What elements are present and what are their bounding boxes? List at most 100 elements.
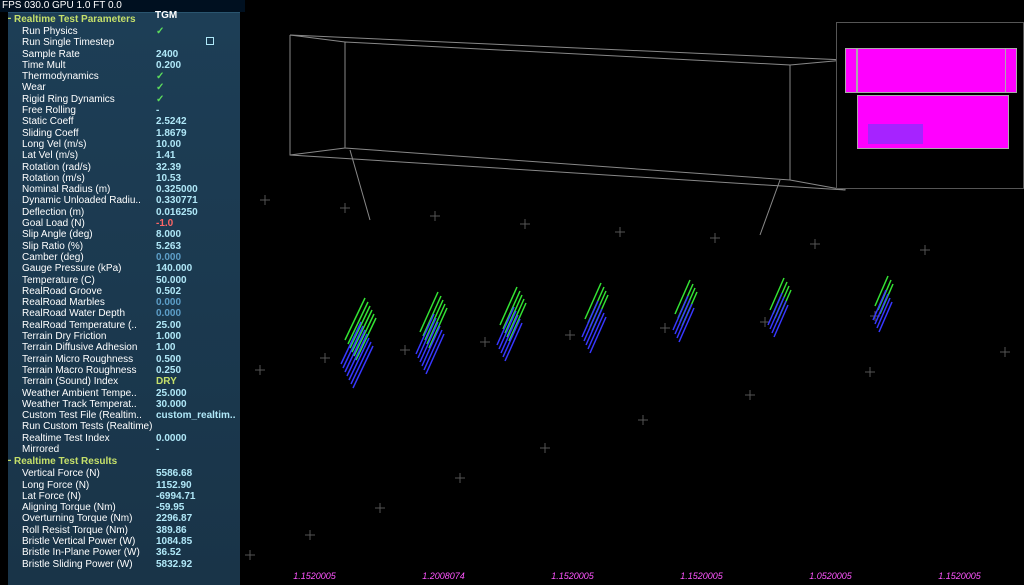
param-value[interactable]: 5.263 <box>156 241 236 252</box>
param-value[interactable]: 0.330771 <box>156 195 236 206</box>
section-header-params[interactable]: Realtime Test Parameters <box>8 13 240 26</box>
param-row[interactable]: Goal Load (N)-1.0 <box>8 218 240 229</box>
param-value[interactable]: 2.5242 <box>156 116 236 127</box>
param-row[interactable]: Time Mult0.200 <box>8 60 240 71</box>
param-row[interactable]: Run Single Timestep <box>8 37 240 48</box>
param-value[interactable]: 0.0000 <box>156 433 236 444</box>
check-icon: ✓ <box>156 82 164 93</box>
param-value[interactable]: 0.000 <box>156 308 236 319</box>
param-row[interactable]: Sample Rate2400 <box>8 49 240 60</box>
param-value[interactable]: 140.000 <box>156 263 236 274</box>
param-value[interactable]: 0.200 <box>156 60 236 71</box>
param-row[interactable]: Lat Vel (m/s)1.41 <box>8 150 240 161</box>
preview-tread-top <box>857 48 1009 93</box>
param-label: Lat Force (N) <box>22 491 156 502</box>
param-value[interactable] <box>156 37 236 48</box>
param-row[interactable]: RealRoad Groove0.502 <box>8 286 240 297</box>
param-row: Bristle Vertical Power (W)1084.85 <box>8 536 240 547</box>
param-value[interactable]: custom_realtim.. <box>156 410 236 421</box>
param-label: Time Mult <box>22 60 156 71</box>
param-label: Slip Angle (deg) <box>22 229 156 240</box>
param-row[interactable]: Terrain Dry Friction1.000 <box>8 331 240 342</box>
param-value[interactable]: 0.325000 <box>156 184 236 195</box>
param-value[interactable]: 0.000 <box>156 297 236 308</box>
param-row[interactable]: Run Physics✓ <box>8 26 240 37</box>
param-row[interactable]: Static Coeff2.5242 <box>8 116 240 127</box>
section-header-results[interactable]: Realtime Test Results <box>8 455 240 468</box>
param-row[interactable]: Nominal Radius (m)0.325000 <box>8 184 240 195</box>
param-row[interactable]: Slip Angle (deg)8.000 <box>8 229 240 240</box>
param-row[interactable]: Terrain Macro Roughness0.250 <box>8 365 240 376</box>
param-value[interactable] <box>156 421 236 432</box>
param-value[interactable]: 1.8679 <box>156 128 236 139</box>
param-row[interactable]: Long Vel (m/s)10.00 <box>8 139 240 150</box>
param-value[interactable]: ✓ <box>156 71 236 82</box>
param-row[interactable]: Temperature (C)50.000 <box>8 275 240 286</box>
param-row[interactable]: RealRoad Water Depth0.000 <box>8 308 240 319</box>
param-label: Slip Ratio (%) <box>22 241 156 252</box>
param-value[interactable]: 0.000 <box>156 252 236 263</box>
param-row[interactable]: Rigid Ring Dynamics✓ <box>8 94 240 105</box>
param-value[interactable]: 8.000 <box>156 229 236 240</box>
param-row[interactable]: RealRoad Marbles0.000 <box>8 297 240 308</box>
param-value[interactable]: 0.502 <box>156 286 236 297</box>
param-row[interactable]: Gauge Pressure (kPa)140.000 <box>8 263 240 274</box>
param-row[interactable]: Slip Ratio (%)5.263 <box>8 241 240 252</box>
param-value[interactable]: 25.000 <box>156 388 236 399</box>
param-value[interactable]: 50.000 <box>156 275 236 286</box>
param-value[interactable]: 0.016250 <box>156 207 236 218</box>
param-row[interactable]: Run Custom Tests (Realtime) <box>8 421 240 432</box>
param-value[interactable]: - <box>156 444 236 455</box>
param-value[interactable]: 10.00 <box>156 139 236 150</box>
coord-label: 1.1520005 <box>551 571 594 585</box>
param-row[interactable]: Weather Track Temperat..30.000 <box>8 399 240 410</box>
param-label: Terrain (Sound) Index <box>22 376 156 387</box>
param-value[interactable]: 10.53 <box>156 173 236 184</box>
param-row[interactable]: Free Rolling- <box>8 105 240 116</box>
param-row[interactable]: RealRoad Temperature (..25.00 <box>8 320 240 331</box>
param-value[interactable]: 25.00 <box>156 320 236 331</box>
param-row[interactable]: Terrain Micro Roughness0.500 <box>8 354 240 365</box>
param-value[interactable]: 1.00 <box>156 342 236 353</box>
param-label: Bristle Vertical Power (W) <box>22 536 156 547</box>
param-row[interactable]: Terrain (Sound) IndexDRY <box>8 376 240 387</box>
param-value[interactable]: 0.500 <box>156 354 236 365</box>
param-value[interactable]: 30.000 <box>156 399 236 410</box>
param-row: Vertical Force (N)5586.68 <box>8 468 240 479</box>
param-value[interactable]: - <box>156 105 236 116</box>
param-value[interactable]: ✓ <box>156 82 236 93</box>
tgm-label: TGM <box>155 10 177 21</box>
param-row[interactable]: Deflection (m)0.016250 <box>8 207 240 218</box>
param-label: Custom Test File (Realtim.. <box>22 410 156 421</box>
param-row[interactable]: Rotation (rad/s)32.39 <box>8 162 240 173</box>
param-row[interactable]: Dynamic Unloaded Radiu..0.330771 <box>8 195 240 206</box>
checkbox-icon[interactable] <box>206 37 214 45</box>
params-list: Run Physics✓Run Single TimestepSample Ra… <box>8 26 240 455</box>
param-row[interactable]: Sliding Coeff1.8679 <box>8 128 240 139</box>
param-label: Terrain Macro Roughness <box>22 365 156 376</box>
param-row[interactable]: Wear✓ <box>8 82 240 93</box>
param-label: Aligning Torque (Nm) <box>22 502 156 513</box>
param-row[interactable]: Weather Ambient Tempe..25.000 <box>8 388 240 399</box>
param-row[interactable]: Realtime Test Index0.0000 <box>8 433 240 444</box>
param-row[interactable]: Camber (deg)0.000 <box>8 252 240 263</box>
param-value: 2296.87 <box>156 513 236 524</box>
param-value[interactable]: ✓ <box>156 94 236 105</box>
coord-label: 1.1520005 <box>680 571 723 585</box>
param-row[interactable]: Custom Test File (Realtim..custom_realti… <box>8 410 240 421</box>
param-row[interactable]: Rotation (m/s)10.53 <box>8 173 240 184</box>
param-row[interactable]: Mirrored- <box>8 444 240 455</box>
param-value[interactable]: -1.0 <box>156 218 236 229</box>
param-value[interactable]: 32.39 <box>156 162 236 173</box>
param-row: Bristle In-Plane Power (W)36.52 <box>8 547 240 558</box>
check-icon: ✓ <box>156 94 164 105</box>
param-row[interactable]: Thermodynamics✓ <box>8 71 240 82</box>
param-value[interactable]: 1.41 <box>156 150 236 161</box>
param-value[interactable]: 2400 <box>156 49 236 60</box>
param-value[interactable]: 0.250 <box>156 365 236 376</box>
param-row[interactable]: Terrain Diffusive Adhesion1.00 <box>8 342 240 353</box>
parameter-panel[interactable]: Realtime Test Parameters Run Physics✓Run… <box>8 12 240 585</box>
param-value[interactable]: 1.000 <box>156 331 236 342</box>
param-value[interactable]: DRY <box>156 376 236 387</box>
param-value[interactable]: ✓ <box>156 26 236 37</box>
